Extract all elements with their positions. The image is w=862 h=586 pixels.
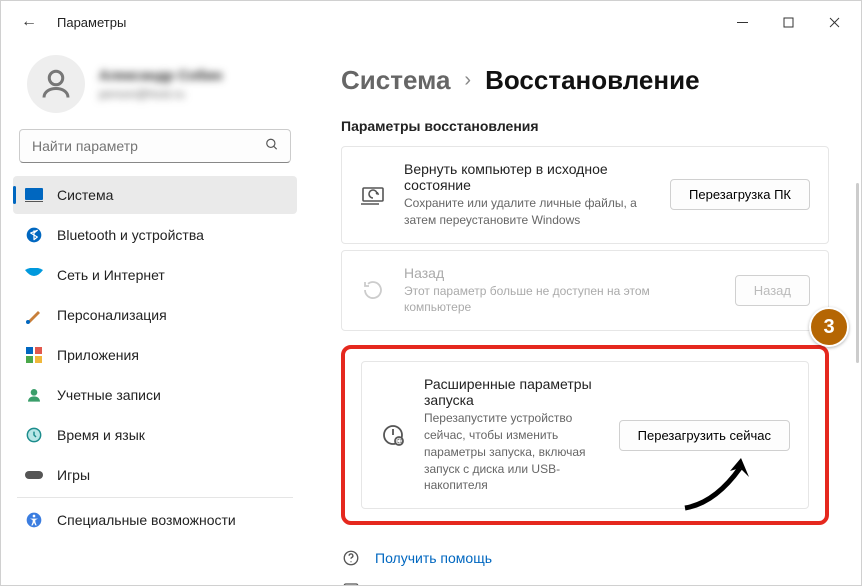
sidebar-item-label: Сеть и Интернет bbox=[57, 267, 165, 283]
bluetooth-icon bbox=[25, 226, 43, 244]
sidebar-item-label: Приложения bbox=[57, 347, 139, 363]
accessibility-icon bbox=[25, 511, 43, 529]
sidebar-item-accessibility[interactable]: Специальные возможности bbox=[13, 501, 297, 539]
sidebar-item-accounts[interactable]: Учетные записи bbox=[13, 376, 297, 414]
restart-now-button[interactable]: Перезагрузить сейчас bbox=[619, 420, 790, 451]
search-box bbox=[19, 129, 291, 163]
settings-window: ← Параметры Александр Собин person@host.… bbox=[0, 0, 862, 586]
breadcrumb: Система › Восстановление bbox=[341, 65, 829, 96]
card-advanced-startup: Расширенные параметры запуска Перезапуст… bbox=[361, 361, 809, 509]
card-desc: Этот параметр больше не доступен на этом… bbox=[404, 283, 664, 317]
card-desc: Перезапустите устройство сейчас, чтобы и… bbox=[424, 410, 601, 494]
minimize-button[interactable] bbox=[719, 6, 765, 38]
highlighted-card: 3 Расширенные параметры запуска Перезапу… bbox=[341, 345, 829, 525]
window-controls bbox=[719, 6, 857, 38]
feedback-link[interactable]: Отправить отзыв bbox=[375, 582, 486, 585]
main-content: Система › Восстановление Параметры восст… bbox=[309, 43, 861, 585]
card-desc: Сохраните или удалите личные файлы, а за… bbox=[404, 195, 652, 229]
sidebar-item-label: Учетные записи bbox=[57, 387, 161, 403]
help-link-row: Получить помощь bbox=[341, 549, 829, 567]
sidebar-item-label: Персонализация bbox=[57, 307, 167, 323]
card-title: Вернуть компьютер в исходное состояние bbox=[404, 161, 652, 193]
sidebar-item-label: Система bbox=[57, 187, 113, 203]
search-input[interactable] bbox=[19, 129, 291, 163]
reset-icon bbox=[360, 184, 386, 206]
titlebar: ← Параметры bbox=[1, 1, 861, 43]
sidebar-item-time[interactable]: Время и язык bbox=[13, 416, 297, 454]
avatar bbox=[27, 55, 85, 113]
system-icon bbox=[25, 186, 43, 204]
personalization-icon bbox=[25, 306, 43, 324]
feedback-link-row: Отправить отзыв bbox=[341, 581, 829, 585]
sidebar-item-label: Время и язык bbox=[57, 427, 145, 443]
apps-icon bbox=[25, 346, 43, 364]
sidebar-item-label: Bluetooth и устройства bbox=[57, 227, 204, 243]
section-title: Параметры восстановления bbox=[341, 118, 829, 134]
sidebar: Александр Собин person@host.ru Система B… bbox=[1, 43, 309, 585]
annotation-badge: 3 bbox=[809, 307, 849, 347]
maximize-button[interactable] bbox=[765, 6, 811, 38]
sidebar-item-label: Игры bbox=[57, 467, 90, 483]
nav-divider bbox=[17, 497, 293, 498]
card-reset-pc: Вернуть компьютер в исходное состояние С… bbox=[341, 146, 829, 244]
footer-links: Получить помощь Отправить отзыв bbox=[341, 549, 829, 585]
go-back-icon bbox=[360, 278, 386, 302]
help-icon bbox=[341, 549, 361, 567]
profile-name: Александр Собин bbox=[99, 67, 222, 83]
go-back-button: Назад bbox=[735, 275, 810, 306]
breadcrumb-current: Восстановление bbox=[485, 65, 699, 96]
card-title: Расширенные параметры запуска bbox=[424, 376, 601, 408]
sidebar-item-games[interactable]: Игры bbox=[13, 456, 297, 494]
back-button[interactable]: ← bbox=[13, 6, 45, 38]
card-go-back: Назад Этот параметр больше не доступен н… bbox=[341, 250, 829, 332]
games-icon bbox=[25, 466, 43, 484]
network-icon bbox=[25, 266, 43, 284]
reset-pc-button[interactable]: Перезагрузка ПК bbox=[670, 179, 810, 210]
profile-email: person@host.ru bbox=[99, 87, 222, 101]
feedback-icon bbox=[341, 581, 361, 585]
sidebar-item-bluetooth[interactable]: Bluetooth и устройства bbox=[13, 216, 297, 254]
close-button[interactable] bbox=[811, 6, 857, 38]
get-help-link[interactable]: Получить помощь bbox=[375, 550, 492, 566]
profile-block[interactable]: Александр Собин person@host.ru bbox=[9, 51, 301, 129]
scrollbar[interactable] bbox=[856, 183, 859, 363]
search-icon bbox=[265, 138, 279, 155]
nav-list: Система Bluetooth и устройства Сеть и Ин… bbox=[9, 175, 301, 540]
sidebar-item-apps[interactable]: Приложения bbox=[13, 336, 297, 374]
power-settings-icon bbox=[380, 423, 406, 447]
accounts-icon bbox=[25, 386, 43, 404]
time-icon bbox=[25, 426, 43, 444]
sidebar-item-label: Специальные возможности bbox=[57, 512, 236, 528]
sidebar-item-network[interactable]: Сеть и Интернет bbox=[13, 256, 297, 294]
breadcrumb-parent[interactable]: Система bbox=[341, 65, 450, 96]
sidebar-item-personalization[interactable]: Персонализация bbox=[13, 296, 297, 334]
chevron-right-icon: › bbox=[464, 69, 471, 92]
window-title: Параметры bbox=[57, 15, 126, 30]
sidebar-item-system[interactable]: Система bbox=[13, 176, 297, 214]
card-title: Назад bbox=[404, 265, 717, 281]
